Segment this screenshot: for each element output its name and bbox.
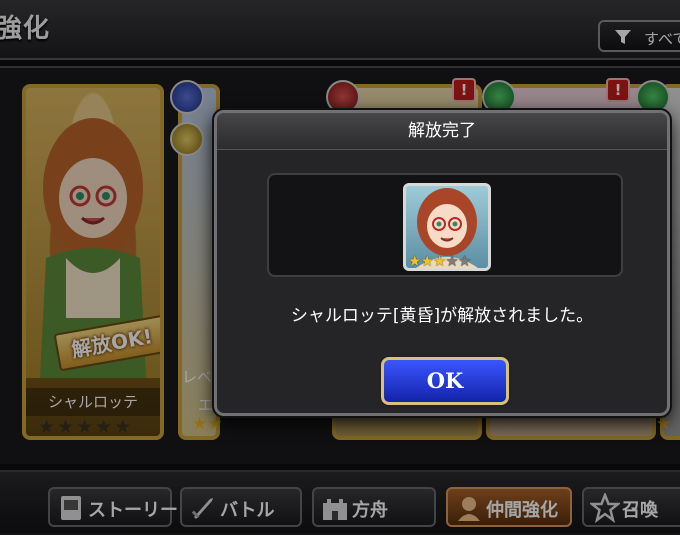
star-icon: ★ [457, 252, 471, 270]
star-icon: ★ [408, 252, 421, 270]
star-icon: ★ [432, 252, 446, 270]
portrait-rarity-stars: ★★★★★ [408, 252, 471, 270]
ok-button[interactable]: OK [381, 357, 509, 405]
character-portrait: ★★★★★ [403, 183, 491, 271]
star-icon: ★ [445, 252, 458, 270]
release-complete-dialog: 解放完了 ★★★★★ シャルロッテ[黄昏]が解放されました。 OK [214, 110, 670, 416]
reward-box: ★★★★★ [267, 173, 623, 277]
star-icon: ★ [420, 252, 433, 270]
release-message: シャルロッテ[黄昏]が解放されました。 [290, 306, 594, 326]
dialog-title: 解放完了 [408, 121, 476, 141]
dialog-header: 解放完了 [217, 113, 667, 150]
